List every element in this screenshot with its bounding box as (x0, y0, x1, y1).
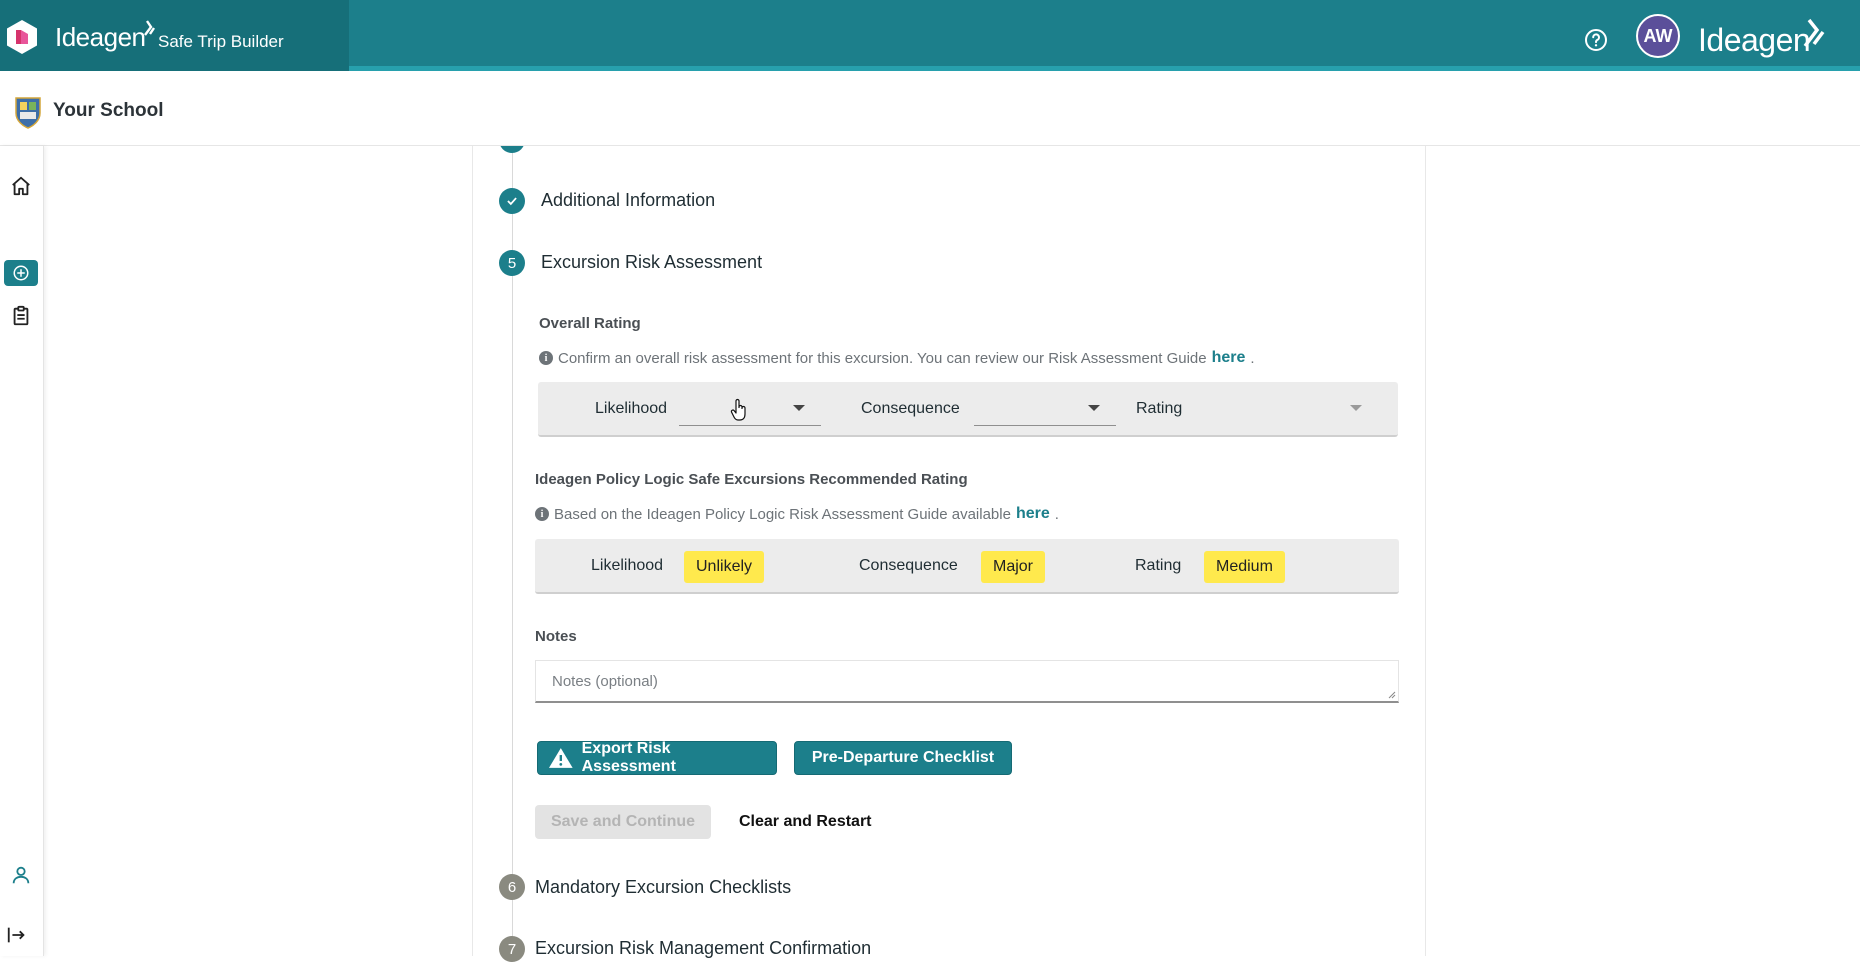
save-button-label: Save and Continue (550, 813, 696, 830)
chevron-down-icon (793, 405, 805, 411)
export-risk-assessment-button[interactable]: Export Risk Assessment (537, 740, 777, 775)
hand-cursor-icon (730, 398, 746, 421)
notes-textarea[interactable]: Notes (optional) (535, 660, 1399, 703)
clipboard-icon (13, 305, 29, 326)
recommended-likelihood-badge: Unlikely (684, 551, 765, 583)
recommended-rating-badge: Medium (1204, 551, 1285, 583)
step-additional-information[interactable]: Additional Information (541, 190, 715, 211)
add-circle-icon (13, 265, 29, 281)
risk-guide-link[interactable]: here (1212, 349, 1246, 367)
recommended-rating-label: Rating (1135, 557, 1182, 574)
recommended-consequence-label: Consequence (859, 557, 958, 574)
top-app-bar: Ideagen Safe Trip Builder AW Ideagen (0, 0, 1860, 71)
rating-select (1228, 392, 1378, 426)
info-icon: i (535, 507, 549, 521)
resize-grip-icon[interactable] (1386, 689, 1396, 699)
notes-placeholder: Notes (optional) (552, 673, 658, 690)
chevron-down-icon (1350, 405, 1362, 411)
check-icon (507, 197, 517, 206)
step-excursion-risk-assessment[interactable]: Excursion Risk Assessment (541, 252, 762, 273)
checklist-button-label: Pre-Departure Checklist (811, 749, 995, 766)
profile-nav-button[interactable] (4, 862, 38, 888)
school-crest-icon (15, 97, 41, 129)
recommended-rating-info: i Based on the Ideagen Policy Logic Risk… (535, 505, 1059, 523)
overall-rating-selectors: Likelihood Consequence Rating (538, 382, 1398, 437)
person-icon (12, 866, 30, 884)
rating-label: Rating (1136, 400, 1183, 417)
step-7-circle[interactable]: 7 (499, 936, 525, 962)
home-icon (12, 176, 30, 196)
consequence-select[interactable] (974, 392, 1116, 426)
school-bar: Your School (0, 76, 1860, 146)
likelihood-label: Likelihood (595, 400, 668, 417)
app-name: Safe Trip Builder (158, 32, 284, 51)
save-and-continue-button[interactable]: Save and Continue (535, 805, 711, 839)
chevron-down-icon (1088, 405, 1100, 411)
overall-rating-heading: Overall Rating (539, 315, 641, 332)
export-button-label: Export Risk Assessment (581, 740, 676, 775)
pre-departure-checklist-button[interactable]: Pre-Departure Checklist (794, 741, 1012, 775)
recommended-rating-box: Likelihood Unlikely Consequence Major Ra… (535, 539, 1399, 594)
overall-info-text: Confirm an overall risk assessment for t… (558, 349, 1207, 367)
policy-guide-link[interactable]: here (1016, 505, 1050, 523)
notes-heading: Notes (535, 628, 577, 645)
brand-wordmark: Ideagen (55, 22, 146, 52)
step-6-circle[interactable]: 6 (499, 874, 525, 900)
overall-rating-info: i Confirm an overall risk assessment for… (539, 349, 1255, 367)
home-nav-button[interactable] (4, 173, 38, 199)
logout-icon (7, 927, 25, 943)
trips-list-nav-button[interactable] (4, 303, 38, 329)
clear-and-restart-button[interactable]: Clear and Restart (739, 813, 872, 831)
warning-icon (548, 748, 573, 768)
ideagen-hex-logo-icon (7, 20, 37, 54)
step-5-circle[interactable]: 5 (499, 250, 525, 276)
brand-mark-icon (144, 20, 155, 36)
brand-area[interactable]: Ideagen Safe Trip Builder (0, 0, 349, 71)
likelihood-select[interactable] (679, 392, 821, 426)
recommended-rating-heading: Ideagen Policy Logic Safe Excursions Rec… (535, 471, 968, 488)
recommended-likelihood-label: Likelihood (591, 557, 664, 574)
step-complete-circle[interactable] (499, 188, 525, 214)
logout-nav-button[interactable] (0, 922, 34, 948)
recommended-info-text: Based on the Ideagen Policy Logic Risk A… (554, 505, 1011, 523)
consequence-label: Consequence (861, 400, 960, 417)
step-mandatory-checklists[interactable]: Mandatory Excursion Checklists (535, 877, 791, 898)
header-logo-mark-icon (1803, 18, 1825, 48)
user-avatar[interactable]: AW (1636, 14, 1680, 58)
left-navigation-rail (0, 146, 44, 956)
help-icon[interactable] (1584, 28, 1608, 52)
info-icon: i (539, 351, 553, 365)
header-logo: Ideagen (1698, 22, 1811, 58)
recommended-consequence-badge: Major (981, 551, 1046, 583)
school-name: Your School (53, 100, 164, 121)
new-trip-nav-button[interactable] (4, 260, 38, 286)
